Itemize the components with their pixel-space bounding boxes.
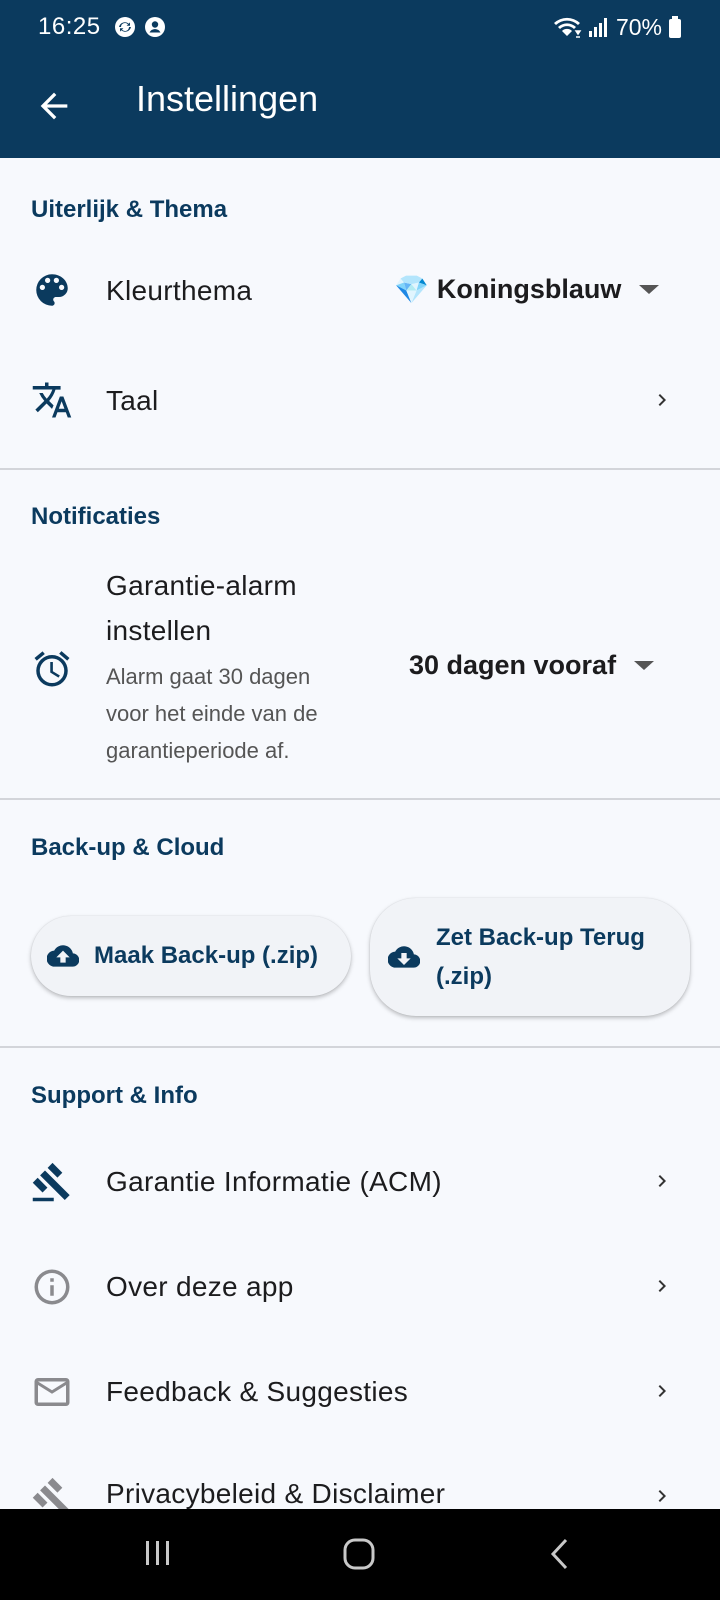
alarm-label-line2: instellen <box>106 615 212 646</box>
restore-backup-label-line1: Zet Back-up Terug <box>436 924 645 951</box>
cloud-download-icon <box>388 946 420 968</box>
support-item-label: Privacybeleid & Disclaimer <box>106 1478 446 1509</box>
mail-icon <box>34 1378 70 1406</box>
dropdown-caret-icon <box>639 285 660 294</box>
support-item-about[interactable]: Over deze app <box>0 1236 720 1336</box>
support-item-privacy[interactable]: Privacybeleid & Disclaimer <box>0 1446 720 1509</box>
recent-apps-icon[interactable] <box>142 1537 174 1569</box>
account-icon <box>144 17 165 37</box>
translate-icon <box>32 382 72 418</box>
support-item-label: Garantie Informatie (ACM) <box>106 1166 442 1197</box>
make-backup-button[interactable]: Maak Back-up (.zip) <box>31 916 351 996</box>
system-navigation-bar <box>0 1509 720 1600</box>
signal-icon <box>588 18 607 37</box>
page-title: Instellingen <box>136 78 319 119</box>
battery-percent: 70% <box>615 13 662 40</box>
status-time: 16:25 <box>38 13 101 40</box>
palette-icon <box>36 274 68 306</box>
restore-backup-text: Zet Back-up Terug (.zip) <box>436 918 645 996</box>
battery-icon <box>669 16 681 38</box>
color-theme-value: Koningsblauw <box>436 274 622 304</box>
cloud-upload-icon <box>47 945 79 967</box>
alarm-label-line1: Garantie-alarm <box>106 570 297 601</box>
alarm-days-dropdown[interactable]: 30 dagen vooraf <box>409 650 655 681</box>
color-theme-label: Kleurthema <box>106 275 253 306</box>
support-item-feedback[interactable]: Feedback & Suggesties <box>0 1341 720 1441</box>
gavel-icon <box>32 1477 69 1509</box>
sync-icon <box>114 17 135 37</box>
restore-backup-label-line2: (.zip) <box>436 963 492 990</box>
color-theme-row[interactable]: Kleurthema 💎 Koningsblauw <box>0 240 720 340</box>
app-bar: Instellingen <box>0 54 720 158</box>
alarm-clock-icon <box>34 651 70 687</box>
section-header-appearance: Uiterlijk & Thema <box>31 196 228 223</box>
chevron-right-icon <box>658 1490 666 1502</box>
support-item-warranty-info[interactable]: Garantie Informatie (ACM) <box>0 1131 720 1231</box>
chevron-right-icon <box>658 1280 666 1292</box>
section-header-support: Support & Info <box>31 1082 198 1109</box>
divider <box>0 468 720 470</box>
section-header-notifications: Notificaties <box>31 503 161 530</box>
back-arrow-icon[interactable] <box>34 86 74 126</box>
language-label: Taal <box>106 385 159 416</box>
info-icon <box>34 1269 70 1305</box>
chevron-right-icon <box>658 394 666 406</box>
alarm-days-value: 30 dagen vooraf <box>409 650 617 680</box>
alarm-description-line1: Alarm gaat 30 dagen <box>106 664 311 689</box>
support-item-label: Feedback & Suggesties <box>106 1376 409 1407</box>
gavel-icon <box>32 1162 70 1202</box>
chevron-right-icon <box>658 1175 666 1187</box>
back-nav-icon[interactable] <box>548 1537 572 1571</box>
dropdown-caret-icon <box>634 661 655 670</box>
color-theme-dropdown[interactable]: 💎 Koningsblauw <box>394 273 660 306</box>
alarm-description-line2: voor het einde van de <box>106 701 318 726</box>
chevron-right-icon <box>658 1385 666 1397</box>
section-header-backup: Back-up & Cloud <box>31 834 225 861</box>
divider <box>0 798 720 800</box>
support-item-label: Over deze app <box>106 1271 294 1302</box>
language-row[interactable]: Taal <box>0 350 720 450</box>
wifi-icon <box>553 17 582 38</box>
home-icon[interactable] <box>342 1537 376 1571</box>
make-backup-label: Maak Back-up (.zip) <box>94 942 319 969</box>
divider <box>0 1046 720 1048</box>
restore-backup-button[interactable]: Zet Back-up Terug (.zip) <box>370 898 690 1016</box>
gem-icon: 💎 <box>394 274 429 305</box>
warranty-alarm-row[interactable]: Garantie-alarm instellen Alarm gaat 30 d… <box>0 560 720 780</box>
alarm-description-line3: garantieperiode af. <box>106 738 290 763</box>
status-bar: 16:25 70% <box>0 0 720 54</box>
